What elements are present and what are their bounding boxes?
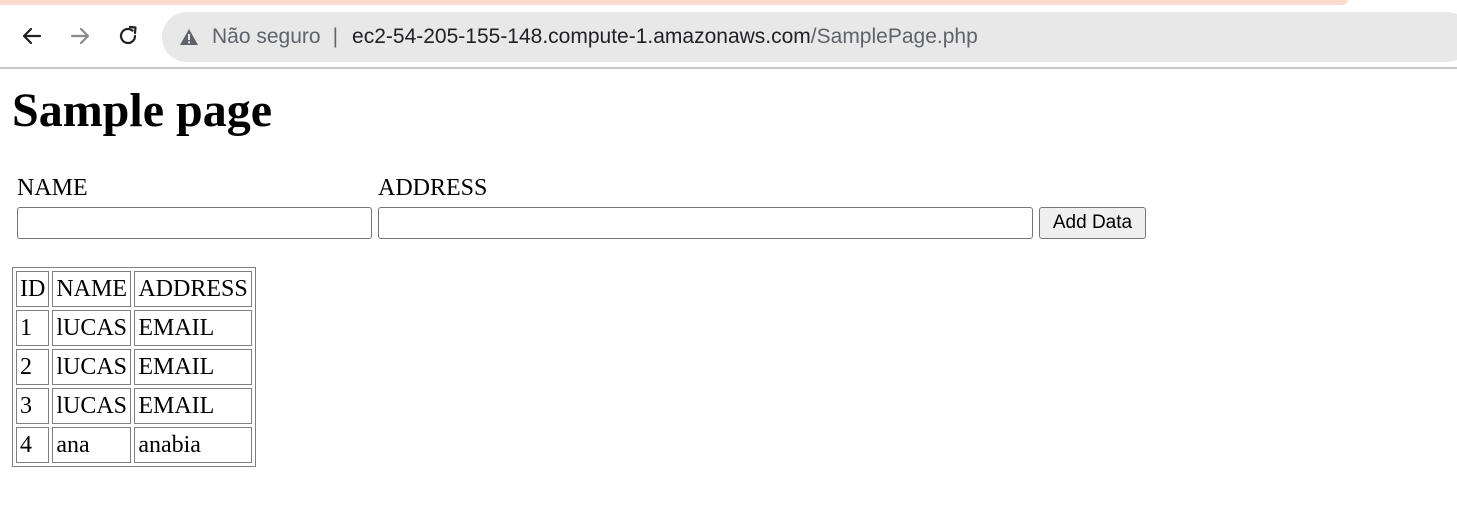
address-bar[interactable]: Não seguro | ec2-54-205-155-148.compute-… <box>162 12 1457 62</box>
back-button[interactable] <box>16 20 48 52</box>
url-host[interactable]: ec2-54-205-155-148.compute-1.amazonaws.c… <box>352 25 811 49</box>
cell-address: EMAIL <box>134 388 252 424</box>
name-input[interactable] <box>17 207 372 239</box>
cell-id: 1 <box>16 310 50 346</box>
cell-id: 4 <box>16 427 50 463</box>
address-label: ADDRESS <box>378 175 488 201</box>
cell-address: EMAIL <box>134 310 252 346</box>
cell-name: ana <box>52 427 132 463</box>
cell-name: lUCAS <box>52 349 132 385</box>
table-header-row: ID NAME ADDRESS <box>16 271 252 307</box>
cell-name: lUCAS <box>52 310 132 346</box>
browser-toolbar: Não seguro | ec2-54-205-155-148.compute-… <box>0 0 1457 69</box>
table-row: 2 lUCAS EMAIL <box>16 349 252 385</box>
cell-id: 3 <box>16 388 50 424</box>
column-header-address: ADDRESS <box>134 271 252 307</box>
url-separator: | <box>332 25 339 48</box>
tab-strip-accent <box>0 0 1348 5</box>
column-header-id: ID <box>16 271 50 307</box>
add-data-button[interactable]: Add Data <box>1039 207 1146 239</box>
reload-icon <box>119 25 137 45</box>
table-row: 1 lUCAS EMAIL <box>16 310 252 346</box>
forward-button[interactable] <box>64 20 96 52</box>
column-header-name: NAME <box>52 271 132 307</box>
security-status-label[interactable]: Não seguro <box>212 25 321 49</box>
arrow-left-icon <box>22 27 42 45</box>
url-path[interactable]: /SamplePage.php <box>811 25 978 49</box>
table-row: 4 ana anabia <box>16 427 252 463</box>
cell-address: EMAIL <box>134 349 252 385</box>
address-input[interactable] <box>378 207 1033 239</box>
page-title: Sample page <box>12 84 273 137</box>
cell-address: anabia <box>134 427 252 463</box>
reload-button[interactable] <box>112 20 144 52</box>
warning-triangle-icon[interactable] <box>178 26 200 48</box>
cell-id: 2 <box>16 349 50 385</box>
table-row: 3 lUCAS EMAIL <box>16 388 252 424</box>
name-label: NAME <box>17 175 88 201</box>
arrow-right-icon <box>70 27 90 45</box>
cell-name: lUCAS <box>52 388 132 424</box>
data-table: ID NAME ADDRESS 1 lUCAS EMAIL 2 lUCAS EM… <box>12 267 256 467</box>
